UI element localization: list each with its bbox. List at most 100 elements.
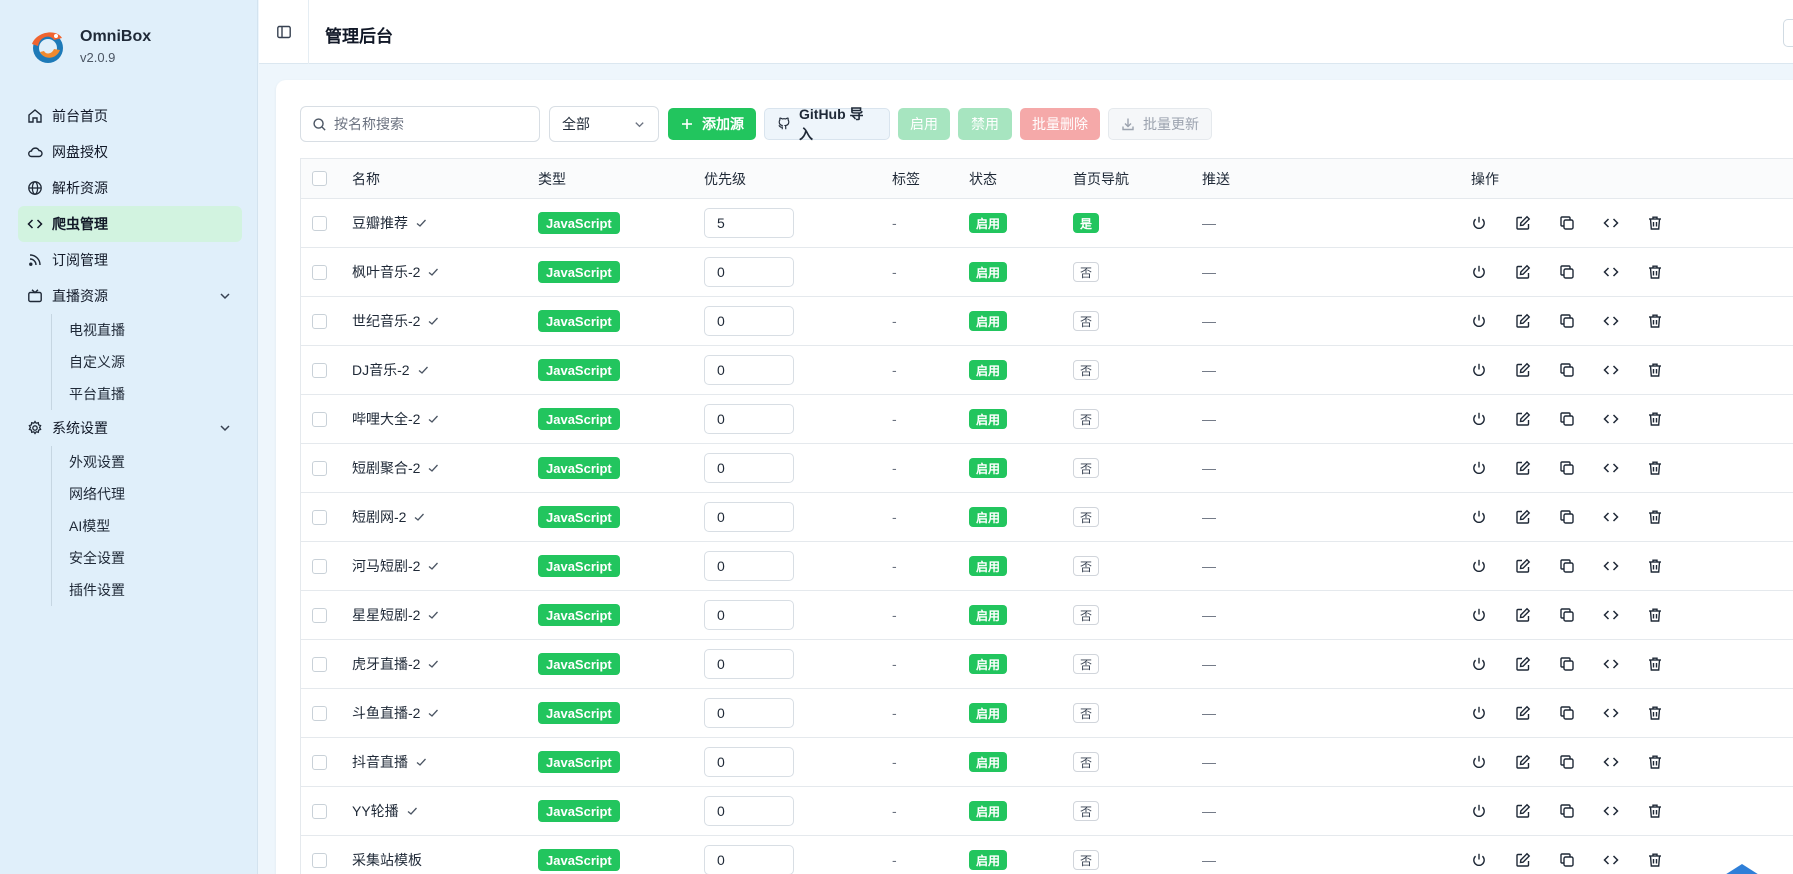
sidebar-item-live[interactable]: 直播资源 [18, 278, 242, 314]
status-badge[interactable]: 启用 [969, 311, 1008, 331]
delete-button[interactable] [1647, 803, 1663, 819]
code-button[interactable] [1603, 558, 1619, 574]
toggle-button[interactable] [1471, 607, 1487, 623]
copy-button[interactable] [1559, 607, 1575, 623]
priority-input[interactable] [704, 208, 794, 238]
code-button[interactable] [1603, 313, 1619, 329]
edit-button[interactable] [1515, 754, 1531, 770]
priority-input[interactable] [704, 796, 794, 826]
batch-delete-button[interactable]: 批量删除 [1020, 108, 1100, 140]
priority-input[interactable] [704, 355, 794, 385]
edit-button[interactable] [1515, 509, 1531, 525]
status-badge[interactable]: 启用 [969, 605, 1008, 625]
sidebar-subitem-platform-live[interactable]: 平台直播 [69, 378, 242, 410]
sidebar-toggle-button[interactable] [259, 0, 309, 64]
edit-button[interactable] [1515, 411, 1531, 427]
row-checkbox[interactable] [312, 411, 327, 427]
edit-button[interactable] [1515, 215, 1531, 231]
priority-input[interactable] [704, 845, 794, 874]
home-nav-badge[interactable]: 否 [1073, 556, 1100, 576]
home-nav-badge[interactable]: 否 [1073, 458, 1100, 478]
toggle-button[interactable] [1471, 558, 1487, 574]
edit-button[interactable] [1515, 803, 1531, 819]
toggle-button[interactable] [1471, 803, 1487, 819]
toggle-button[interactable] [1471, 656, 1487, 672]
sidebar-subitem-custom-source[interactable]: 自定义源 [69, 346, 242, 378]
status-badge[interactable]: 启用 [969, 262, 1008, 282]
row-checkbox[interactable] [312, 460, 327, 476]
code-button[interactable] [1603, 607, 1619, 623]
home-nav-badge[interactable]: 否 [1073, 801, 1100, 821]
code-button[interactable] [1603, 264, 1619, 280]
copy-button[interactable] [1559, 362, 1575, 378]
code-button[interactable] [1603, 215, 1619, 231]
status-badge[interactable]: 启用 [969, 360, 1008, 380]
sidebar-item-parse[interactable]: 解析资源 [18, 170, 242, 206]
row-checkbox[interactable] [312, 607, 327, 623]
sidebar-item-settings[interactable]: 系统设置 [18, 410, 242, 446]
code-button[interactable] [1603, 705, 1619, 721]
priority-input[interactable] [704, 502, 794, 532]
delete-button[interactable] [1647, 215, 1663, 231]
priority-input[interactable] [704, 453, 794, 483]
delete-button[interactable] [1647, 313, 1663, 329]
copy-button[interactable] [1559, 509, 1575, 525]
delete-button[interactable] [1647, 656, 1663, 672]
toggle-button[interactable] [1471, 313, 1487, 329]
copy-button[interactable] [1559, 460, 1575, 476]
copy-button[interactable] [1559, 264, 1575, 280]
code-button[interactable] [1603, 656, 1619, 672]
sidebar-item-cloud-auth[interactable]: 网盘授权 [18, 134, 242, 170]
home-nav-badge[interactable]: 否 [1073, 262, 1100, 282]
delete-button[interactable] [1647, 460, 1663, 476]
code-button[interactable] [1603, 509, 1619, 525]
status-badge[interactable]: 启用 [969, 556, 1008, 576]
home-nav-badge[interactable]: 否 [1073, 409, 1100, 429]
brand[interactable]: OmniBox v2.0.9 [26, 24, 151, 68]
home-nav-badge[interactable]: 否 [1073, 311, 1100, 331]
delete-button[interactable] [1647, 509, 1663, 525]
status-badge[interactable]: 启用 [969, 654, 1008, 674]
status-badge[interactable]: 启用 [969, 850, 1008, 870]
select-all-checkbox[interactable] [312, 171, 327, 186]
row-checkbox[interactable] [312, 852, 327, 868]
toggle-button[interactable] [1471, 754, 1487, 770]
row-checkbox[interactable] [312, 558, 327, 574]
sidebar-subitem-ai-model[interactable]: AI模型 [69, 510, 242, 542]
code-button[interactable] [1603, 460, 1619, 476]
filter-select[interactable]: 全部 [549, 106, 659, 142]
toggle-button[interactable] [1471, 852, 1487, 868]
edit-button[interactable] [1515, 558, 1531, 574]
home-nav-badge[interactable]: 否 [1073, 850, 1100, 870]
edit-button[interactable] [1515, 705, 1531, 721]
priority-input[interactable] [704, 257, 794, 287]
row-checkbox[interactable] [312, 656, 327, 672]
priority-input[interactable] [704, 404, 794, 434]
toggle-button[interactable] [1471, 411, 1487, 427]
search-input[interactable] [334, 116, 524, 132]
priority-input[interactable] [704, 551, 794, 581]
batch-update-button[interactable]: 批量更新 [1108, 108, 1212, 140]
column-header-type[interactable]: 类型 [538, 169, 566, 189]
priority-input[interactable] [704, 698, 794, 728]
edit-button[interactable] [1515, 264, 1531, 280]
code-button[interactable] [1603, 754, 1619, 770]
edit-button[interactable] [1515, 460, 1531, 476]
home-nav-badge[interactable]: 否 [1073, 654, 1100, 674]
copy-button[interactable] [1559, 558, 1575, 574]
code-button[interactable] [1603, 803, 1619, 819]
sidebar-subitem-plugins[interactable]: 插件设置 [69, 574, 242, 606]
copy-button[interactable] [1559, 705, 1575, 721]
priority-input[interactable] [704, 600, 794, 630]
delete-button[interactable] [1647, 264, 1663, 280]
status-badge[interactable]: 启用 [969, 752, 1008, 772]
toggle-button[interactable] [1471, 362, 1487, 378]
row-checkbox[interactable] [312, 362, 327, 378]
sidebar-item-home[interactable]: 前台首页 [18, 98, 242, 134]
sidebar-item-spider[interactable]: 爬虫管理 [18, 206, 242, 242]
status-badge[interactable]: 启用 [969, 213, 1008, 233]
row-checkbox[interactable] [312, 509, 327, 525]
row-checkbox[interactable] [312, 215, 327, 231]
row-checkbox[interactable] [312, 754, 327, 770]
toggle-button[interactable] [1471, 509, 1487, 525]
